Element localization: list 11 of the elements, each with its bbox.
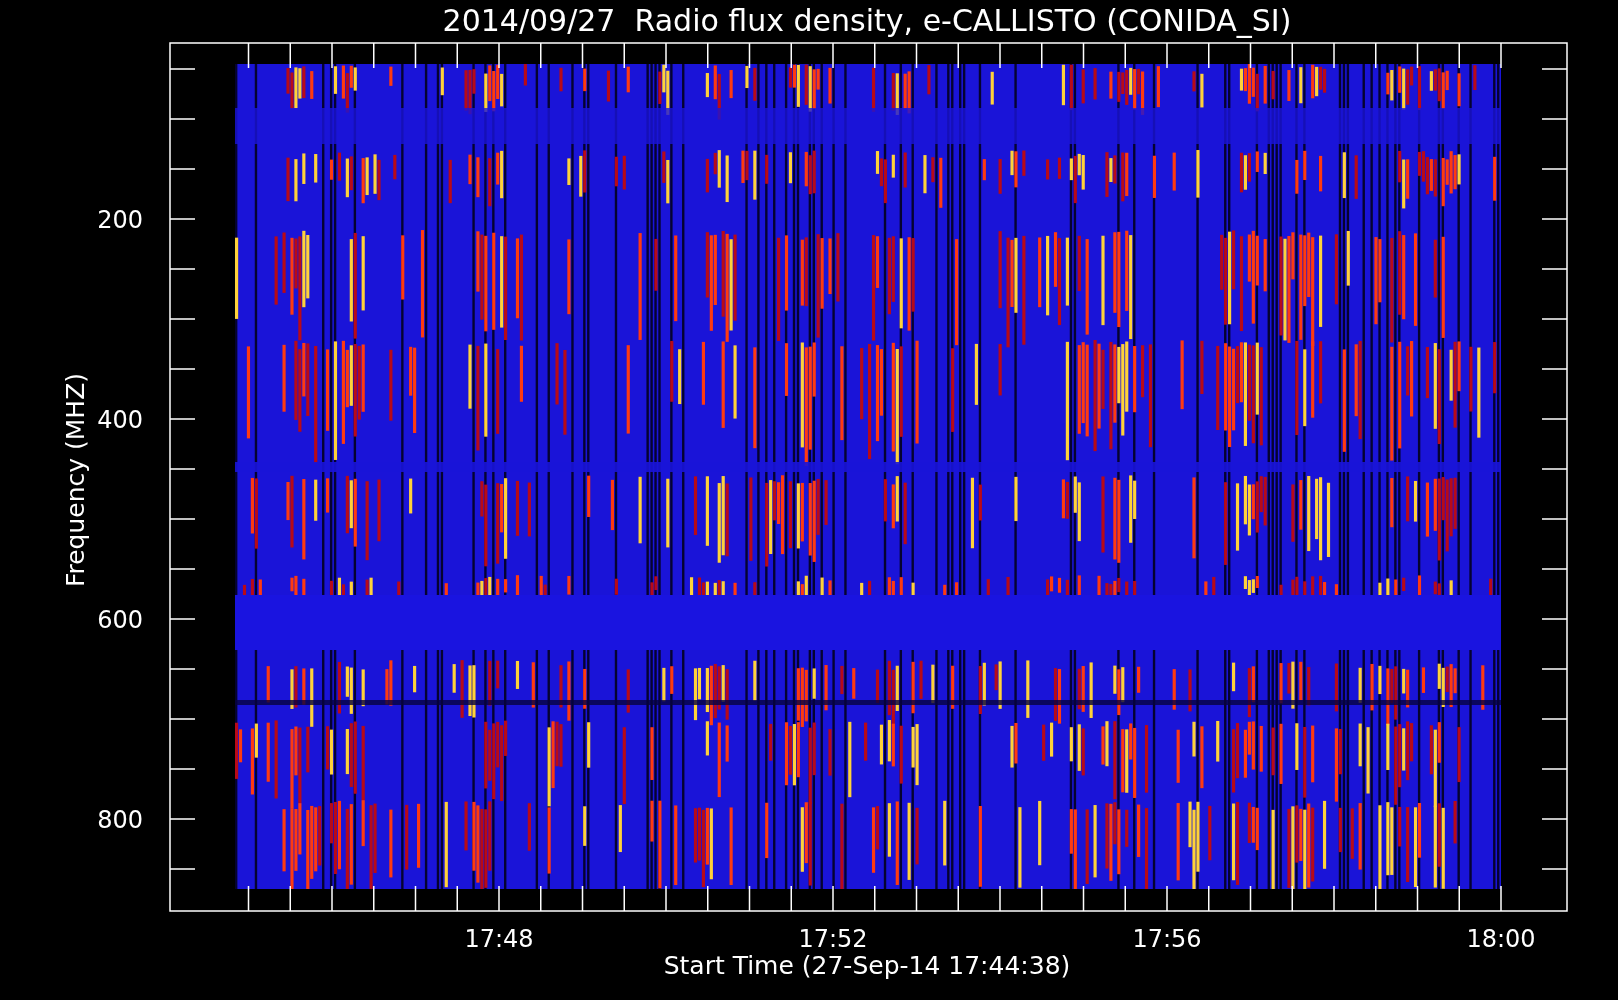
- x-tick-label: 17:52: [798, 925, 868, 953]
- y-tick-label: 800: [97, 806, 143, 834]
- y-tick-label: 400: [97, 406, 143, 434]
- x-tick-label: 17:56: [1132, 925, 1202, 953]
- y-tick-label: 200: [97, 206, 143, 234]
- y-tick-label: 600: [97, 606, 143, 634]
- x-tick-label: 17:48: [464, 925, 534, 953]
- x-axis-label: Start Time (27-Sep-14 17:44:38): [663, 951, 1071, 980]
- x-tick-label: 18:00: [1466, 925, 1536, 953]
- y-axis-label: Frequency (MHZ): [61, 372, 90, 588]
- chart-title: 2014/09/27 Radio flux density, e-CALLISTO (CONIDA_SI): [442, 3, 1292, 38]
